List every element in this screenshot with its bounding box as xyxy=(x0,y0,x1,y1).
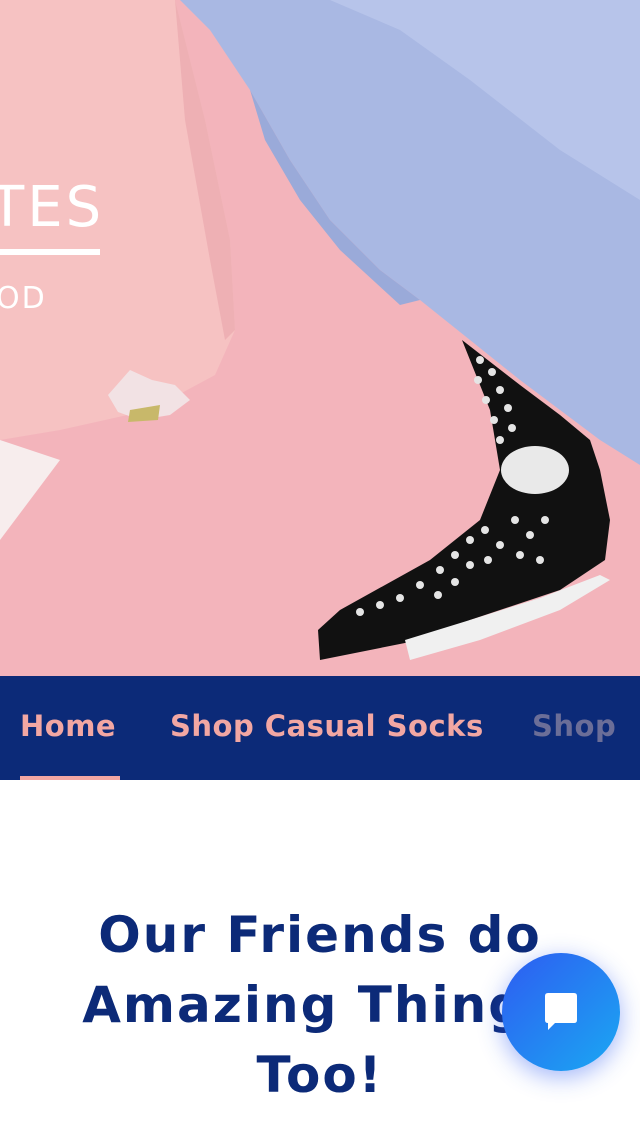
nav-item-shop-more[interactable]: Shop xyxy=(532,676,616,780)
hero-subtitle: OD xyxy=(0,281,47,316)
hero-banner: TES OD xyxy=(0,0,640,676)
hero-photo xyxy=(0,0,640,676)
nav-item-home[interactable]: Home xyxy=(20,676,116,780)
hero-title-underline xyxy=(0,249,100,255)
hero-title: TES xyxy=(0,175,105,240)
chat-bubble-icon xyxy=(545,993,577,1030)
nav-active-indicator xyxy=(20,776,120,780)
chat-button[interactable] xyxy=(502,953,620,1071)
main-navigation: Home Shop Casual Socks Shop xyxy=(0,676,640,780)
nav-item-shop-casual-socks[interactable]: Shop Casual Socks xyxy=(170,676,484,780)
